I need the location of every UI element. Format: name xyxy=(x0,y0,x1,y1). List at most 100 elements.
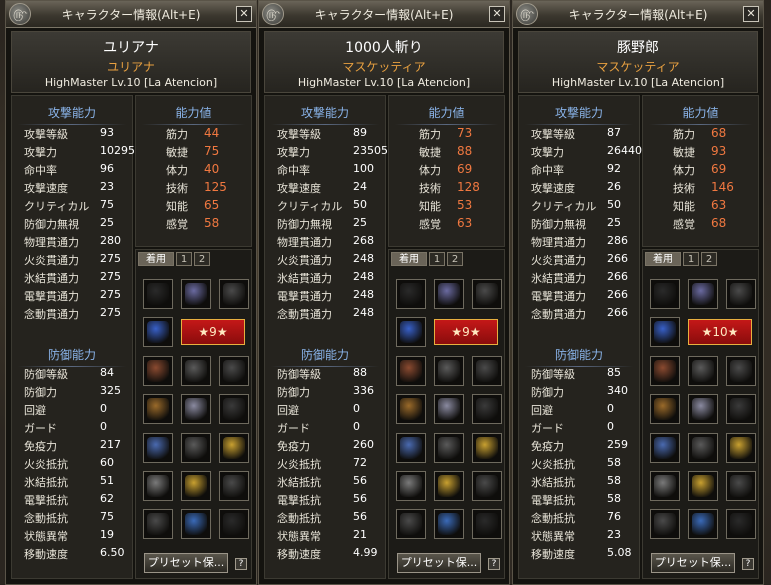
equipment-slot[interactable] xyxy=(143,394,173,424)
equipment-slot[interactable] xyxy=(650,279,680,309)
help-button[interactable]: ? xyxy=(742,558,754,570)
equipment-slot[interactable] xyxy=(434,433,464,463)
equipment-slot[interactable] xyxy=(396,317,426,347)
equipment-slot[interactable] xyxy=(396,471,426,501)
equipment-slot[interactable] xyxy=(688,509,718,539)
tab-equip-0[interactable]: 着用 xyxy=(391,252,427,266)
window-titlebar[interactable]: ௹ キャラクター情報(Alt+E) ✕ xyxy=(259,1,509,28)
window-titlebar[interactable]: ௹ キャラクター情報(Alt+E) ✕ xyxy=(513,1,763,28)
equipment-slot[interactable] xyxy=(434,471,464,501)
close-button[interactable]: ✕ xyxy=(743,6,759,22)
equipment-slot[interactable] xyxy=(688,433,718,463)
equipment-slot[interactable] xyxy=(181,433,211,463)
equipment-slot[interactable] xyxy=(219,433,249,463)
equipment-slot[interactable] xyxy=(181,279,211,309)
equipment-slot[interactable] xyxy=(472,394,502,424)
equipment-slot[interactable] xyxy=(143,433,173,463)
equipment-slot[interactable] xyxy=(434,356,464,386)
equipment-slot[interactable] xyxy=(181,394,211,424)
equipment-slot[interactable] xyxy=(472,356,502,386)
equipment-slot[interactable] xyxy=(181,471,211,501)
equipment-slot[interactable] xyxy=(434,279,464,309)
equipment-slot[interactable] xyxy=(726,356,756,386)
title-badge[interactable]: ★9★ xyxy=(434,319,498,345)
tab-equip-1[interactable]: 1 xyxy=(429,252,445,266)
equipment-slot[interactable] xyxy=(181,356,211,386)
equipment-slot[interactable] xyxy=(396,394,426,424)
tab-equip-0[interactable]: 着用 xyxy=(645,252,681,266)
stat-label: 回避 xyxy=(531,404,553,417)
equipment-slot[interactable] xyxy=(650,471,680,501)
stat-label: 攻撃速度 xyxy=(277,182,321,195)
stat-value: 23 xyxy=(607,528,621,541)
equipment-slot[interactable] xyxy=(219,356,249,386)
equipment-slot[interactable] xyxy=(650,317,680,347)
equipment-slot[interactable] xyxy=(650,433,680,463)
stat-label: 免疫力 xyxy=(277,440,310,453)
title-badge[interactable]: ★10★ xyxy=(688,319,752,345)
stat-label: 電撃抵抗 xyxy=(531,494,575,507)
equipment-slot[interactable] xyxy=(472,471,502,501)
equipment-slot[interactable] xyxy=(396,509,426,539)
tab-equip-2[interactable]: 2 xyxy=(447,252,463,266)
equipment-slot[interactable] xyxy=(650,356,680,386)
tab-equip-1[interactable]: 1 xyxy=(683,252,699,266)
equipment-slot[interactable] xyxy=(143,509,173,539)
character-level: HighMaster Lv.10 [La Atencion] xyxy=(44,76,218,89)
stat-value: 75 xyxy=(100,510,114,523)
equipment-slot[interactable] xyxy=(181,509,211,539)
equipment-slot[interactable] xyxy=(219,471,249,501)
ability-stats-panel: 能力値 筋力 44 敏捷 75 体力 40 技術 125 知能 65 感覚 58 xyxy=(135,95,252,247)
equipment-item-icon xyxy=(223,513,245,535)
equipment-slot[interactable] xyxy=(472,433,502,463)
help-button[interactable]: ? xyxy=(235,558,247,570)
equipment-slot[interactable] xyxy=(396,356,426,386)
equipment-slot[interactable] xyxy=(726,433,756,463)
stat-value: 266 xyxy=(607,252,628,265)
equipment-slot[interactable] xyxy=(472,509,502,539)
equipment-item-icon xyxy=(654,360,676,382)
help-button[interactable]: ? xyxy=(488,558,500,570)
equipment-slot[interactable] xyxy=(650,509,680,539)
tab-equip-2[interactable]: 2 xyxy=(701,252,717,266)
stat-label: 攻撃力 xyxy=(24,146,57,159)
ability-stat-row: 敏捷 75 xyxy=(136,144,251,162)
equipment-slot[interactable] xyxy=(143,279,173,309)
tab-equip-0[interactable]: 着用 xyxy=(138,252,174,266)
equipment-slot[interactable] xyxy=(219,394,249,424)
equipment-slot[interactable] xyxy=(688,279,718,309)
equipment-slot[interactable] xyxy=(219,279,249,309)
character-level: HighMaster Lv.10 [La Atencion] xyxy=(551,76,725,89)
equipment-slot[interactable] xyxy=(396,433,426,463)
ability-stat-row: 技術 125 xyxy=(136,180,251,198)
equipment-slot[interactable] xyxy=(688,471,718,501)
close-button[interactable]: ✕ xyxy=(236,6,252,22)
preset-save-button[interactable]: プリセット保... xyxy=(144,553,228,573)
ability-stat-row: 知能 65 xyxy=(136,198,251,216)
tab-equip-2[interactable]: 2 xyxy=(194,252,210,266)
attack-stat-row: 攻撃力 23505 xyxy=(265,144,388,162)
equipment-slot[interactable] xyxy=(726,471,756,501)
preset-save-button[interactable]: プリセット保... xyxy=(397,553,481,573)
equipment-slot[interactable] xyxy=(726,509,756,539)
equipment-slot[interactable] xyxy=(688,356,718,386)
stat-label: 物理貫通力 xyxy=(531,236,586,249)
equipment-slot[interactable] xyxy=(726,394,756,424)
equipment-slot[interactable] xyxy=(143,471,173,501)
equipment-slot[interactable] xyxy=(143,317,173,347)
title-badge[interactable]: ★9★ xyxy=(181,319,245,345)
tab-equip-1[interactable]: 1 xyxy=(176,252,192,266)
equipment-item-icon xyxy=(654,437,676,459)
equipment-slot[interactable] xyxy=(688,394,718,424)
equipment-slot[interactable] xyxy=(434,509,464,539)
close-button[interactable]: ✕ xyxy=(489,6,505,22)
equipment-slot[interactable] xyxy=(434,394,464,424)
equipment-slot[interactable] xyxy=(143,356,173,386)
equipment-slot[interactable] xyxy=(650,394,680,424)
preset-save-button[interactable]: プリセット保... xyxy=(651,553,735,573)
equipment-slot[interactable] xyxy=(396,279,426,309)
equipment-slot[interactable] xyxy=(472,279,502,309)
equipment-slot[interactable] xyxy=(219,509,249,539)
equipment-slot[interactable] xyxy=(726,279,756,309)
window-titlebar[interactable]: ௹ キャラクター情報(Alt+E) ✕ xyxy=(6,1,256,28)
